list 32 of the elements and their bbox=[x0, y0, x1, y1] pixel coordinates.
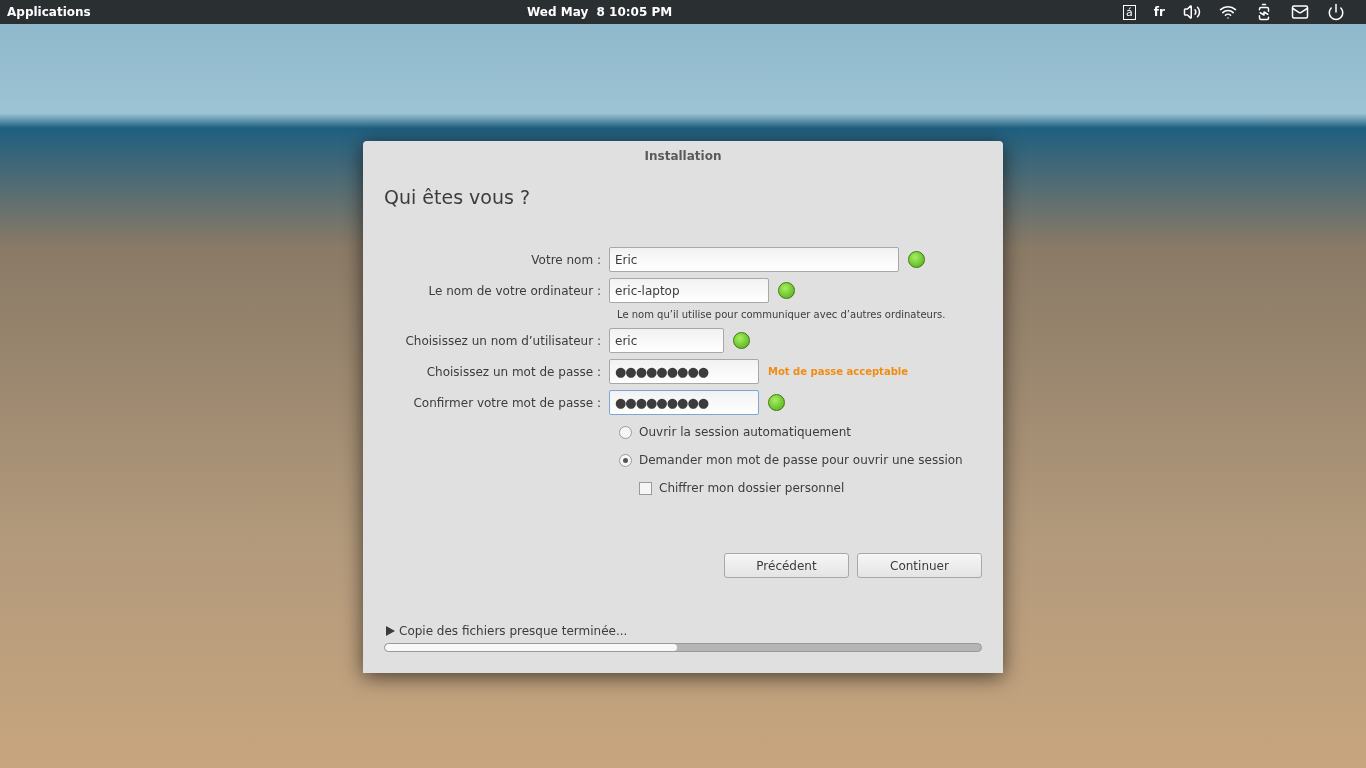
radio-label[interactable]: Ouvrir la session automatiquement bbox=[639, 423, 851, 441]
wifi-icon[interactable] bbox=[1219, 3, 1237, 21]
applications-menu[interactable]: Applications bbox=[7, 3, 527, 21]
window-title: Installation bbox=[643, 148, 723, 165]
keyboard-indicator[interactable]: á bbox=[1123, 4, 1136, 20]
checkbox-label[interactable]: Chiffrer mon dossier personnel bbox=[659, 479, 845, 497]
text-field[interactable]: eric bbox=[609, 328, 724, 353]
password-strength: Mot de passe acceptable bbox=[768, 365, 909, 379]
radio-label[interactable]: Demander mon mot de passe pour ouvrir une session bbox=[639, 451, 963, 469]
field-label: Votre nom : bbox=[530, 251, 602, 269]
back-button[interactable]: Précédent bbox=[724, 553, 849, 578]
field-label: Confirmer votre mot de passe : bbox=[412, 394, 602, 412]
continue-button[interactable]: Continuer bbox=[857, 553, 982, 578]
clock[interactable]: Wed May 8 10:05 PM bbox=[527, 3, 1124, 21]
field-label: Choisissez un nom d’utilisateur : bbox=[404, 332, 602, 350]
mail-icon[interactable] bbox=[1291, 3, 1309, 21]
power-icon[interactable] bbox=[1327, 3, 1345, 21]
field-label: Choisissez un mot de passe : bbox=[425, 363, 602, 381]
expander-arrow-icon[interactable] bbox=[386, 626, 395, 636]
radio-button[interactable] bbox=[619, 425, 632, 439]
language-indicator[interactable]: fr bbox=[1153, 3, 1165, 21]
password-field[interactable]: ●●●●●●●●● bbox=[609, 390, 759, 415]
field-hint: Le nom qu’il utilise pour communiquer avec d’autres ordinateurs. bbox=[616, 308, 947, 322]
text-field[interactable]: Eric bbox=[609, 247, 899, 272]
password-field[interactable]: ●●●●●●●●● bbox=[609, 359, 759, 384]
checkbox[interactable] bbox=[639, 481, 652, 495]
page-heading: Qui êtes vous ? bbox=[383, 185, 532, 210]
progress-label[interactable]: Copie des fichiers presque terminée... bbox=[399, 622, 628, 640]
field-label: Le nom de votre ordinateur : bbox=[427, 282, 602, 300]
volume-icon[interactable] bbox=[1183, 3, 1201, 21]
radio-button[interactable] bbox=[619, 453, 632, 467]
text-field[interactable]: eric-laptop bbox=[609, 278, 769, 303]
